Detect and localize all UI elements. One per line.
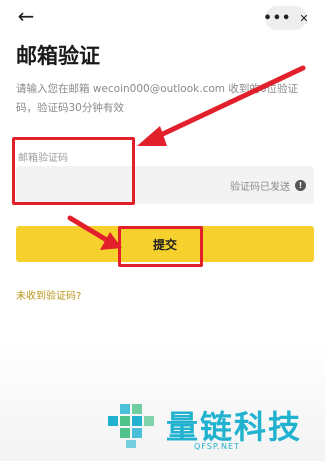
code-sent-text: 验证码已发送 [230,182,290,193]
back-button[interactable]: ← [14,4,38,28]
annotation-highlight-code-field [12,137,135,205]
annotation-arrow-head-field [137,126,167,146]
resend-code-link[interactable]: 未收到验证码? [16,287,81,302]
code-sent-status: 验证码已发送 ! [230,178,306,193]
email-verification-screen: ← ••• ✕ 邮箱验证 请输入您在邮箱 wecoin000@outlook.c… [0,0,325,461]
more-icon[interactable]: ••• [263,11,291,26]
watermark-domain: QFSP.NET [194,442,240,451]
more-options-button[interactable]: ••• ✕ [263,6,309,30]
info-icon[interactable]: ! [295,180,306,191]
arrow-left-icon: ← [17,4,35,28]
close-icon[interactable]: ✕ [299,12,308,25]
watermark-logo-icon [108,404,154,448]
annotation-highlight-submit [118,226,203,267]
page-title: 邮箱验证 [16,44,100,68]
instruction-text: 请输入您在邮箱 wecoin000@outlook.com 收到的6位验证码，验… [16,83,299,114]
watermark: 量链科技 QFSP.NET [100,398,325,461]
